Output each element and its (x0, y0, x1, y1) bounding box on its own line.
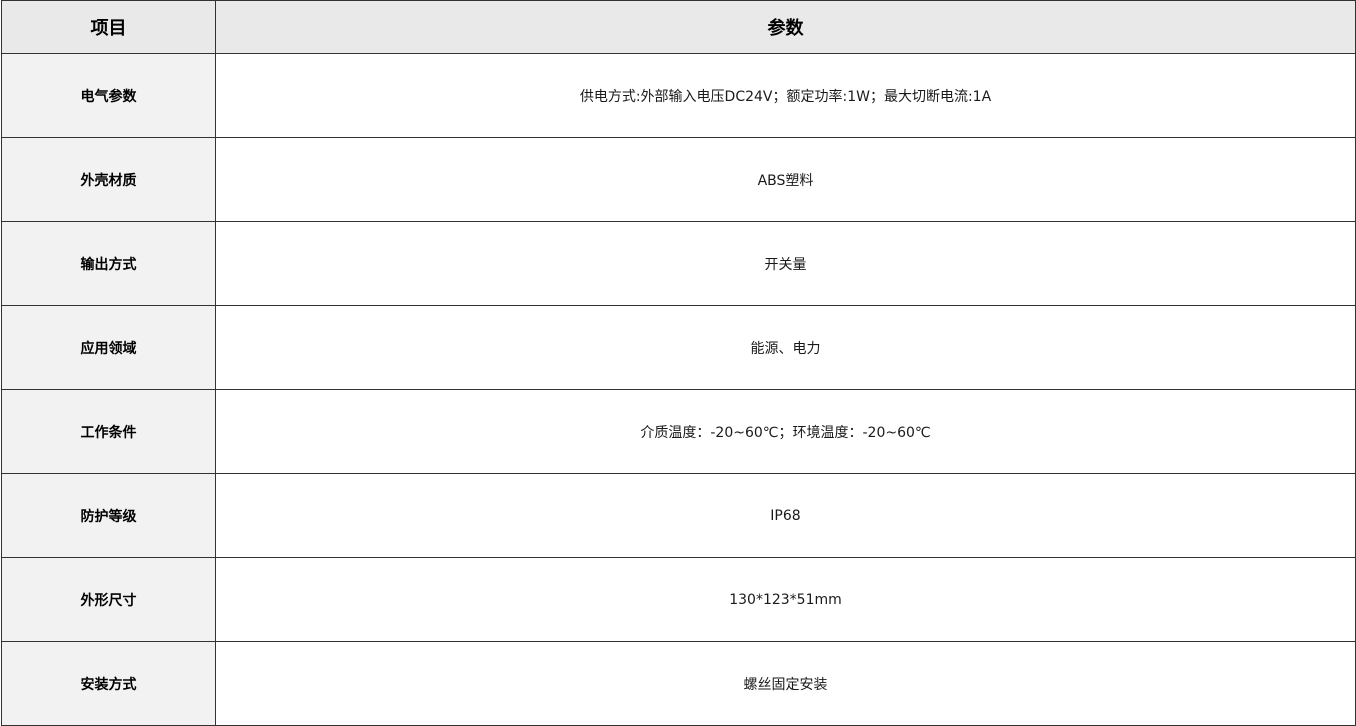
row-value: 供电方式:外部输入电压DC24V；额定功率:1W；最大切断电流:1A (215, 53, 1356, 138)
row-value: 介质温度：-20~60℃；环境温度：-20~60℃ (215, 389, 1356, 474)
row-value: 螺丝固定安装 (215, 641, 1356, 726)
row-value: ABS塑料 (215, 137, 1356, 222)
table-row: 工作条件 介质温度：-20~60℃；环境温度：-20~60℃ (1, 389, 1356, 474)
spec-table: 项目 参数 电气参数 供电方式:外部输入电压DC24V；额定功率:1W；最大切断… (1, 0, 1356, 726)
table-row: 防护等级 IP68 (1, 473, 1356, 558)
column-header-item: 项目 (1, 0, 216, 54)
table-row: 外形尺寸 130*123*51mm (1, 557, 1356, 642)
table-row: 应用领域 能源、电力 (1, 305, 1356, 390)
column-header-value: 参数 (215, 0, 1356, 54)
row-value: 开关量 (215, 221, 1356, 306)
table-row: 电气参数 供电方式:外部输入电压DC24V；额定功率:1W；最大切断电流:1A (1, 53, 1356, 138)
row-value: 能源、电力 (215, 305, 1356, 390)
table-row: 安装方式 螺丝固定安装 (1, 641, 1356, 726)
table-row: 输出方式 开关量 (1, 221, 1356, 306)
row-value: IP68 (215, 473, 1356, 558)
row-item-label: 外形尺寸 (1, 557, 216, 642)
row-item-label: 工作条件 (1, 389, 216, 474)
row-value: 130*123*51mm (215, 557, 1356, 642)
row-item-label: 电气参数 (1, 53, 216, 138)
row-item-label: 外壳材质 (1, 137, 216, 222)
table-row: 外壳材质 ABS塑料 (1, 137, 1356, 222)
row-item-label: 安装方式 (1, 641, 216, 726)
row-item-label: 防护等级 (1, 473, 216, 558)
table-header-row: 项目 参数 (1, 0, 1356, 54)
row-item-label: 应用领域 (1, 305, 216, 390)
row-item-label: 输出方式 (1, 221, 216, 306)
